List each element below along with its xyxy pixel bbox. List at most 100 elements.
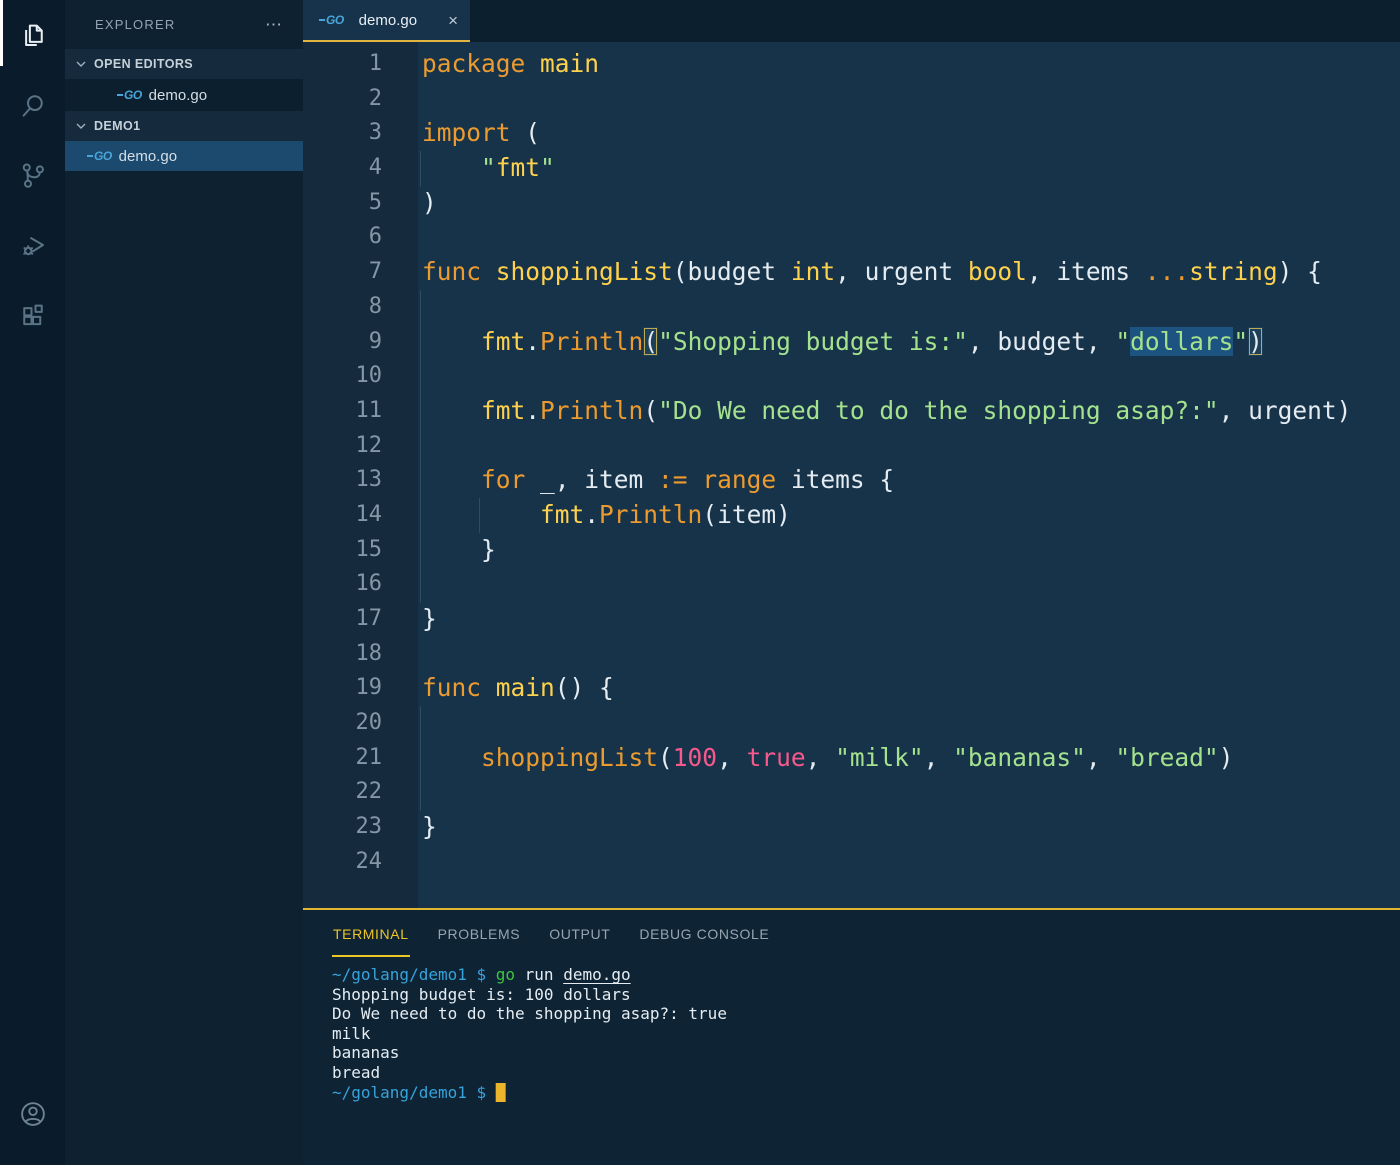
code-line[interactable] <box>418 359 1400 394</box>
line-number[interactable]: 15 <box>303 533 383 568</box>
indent-guide <box>479 497 480 533</box>
open-editor-item-demo-go[interactable]: GO demo.go <box>65 79 303 111</box>
code-line[interactable]: fmt.Println(item) <box>418 497 1400 533</box>
line-number[interactable]: 11 <box>303 394 383 429</box>
line-number[interactable]: 24 <box>303 845 383 880</box>
code-line[interactable]: shoppingList(100, true, "milk", "bananas… <box>418 740 1400 776</box>
code-line[interactable]: "fmt" <box>418 151 1400 186</box>
panel-tab-terminal[interactable]: TERMINAL <box>332 910 410 957</box>
code-token: ( <box>643 326 659 356</box>
indent-guide <box>420 706 421 741</box>
line-number[interactable]: 8 <box>303 290 382 325</box>
bottom-panel: TERMINAL PROBLEMS OUTPUT DEBUG CONSOLE ~… <box>303 908 1400 1165</box>
open-editors-section-header[interactable]: OPEN EDITORS <box>65 49 303 79</box>
code-token: for <box>481 465 526 495</box>
tab-demo-go[interactable]: GO demo.go × <box>303 0 470 42</box>
indent-guide <box>420 775 421 811</box>
folder-section-header-demo1[interactable]: DEMO1 <box>65 111 303 141</box>
line-number[interactable]: 1 <box>303 47 382 82</box>
code-line[interactable] <box>418 637 1400 672</box>
code-token: import <box>422 118 511 148</box>
code-token: "Do We need to do the shopping asap?:" <box>658 395 1219 425</box>
panel-tab-bar: TERMINAL PROBLEMS OUTPUT DEBUG CONSOLE <box>303 910 1400 957</box>
panel-tab-debug-console[interactable]: DEBUG CONSOLE <box>638 910 770 957</box>
code-token: , <box>805 742 836 772</box>
code-token: shoppingList <box>495 257 673 287</box>
code-token: } <box>422 604 437 633</box>
code-line[interactable] <box>418 289 1400 325</box>
line-number[interactable]: 16 <box>303 567 383 602</box>
code-token: . <box>525 326 541 356</box>
code-line[interactable]: func shoppingList(budget int, urgent boo… <box>418 255 1400 290</box>
code-token: int <box>790 257 836 287</box>
code-editor[interactable]: 1 2 3 4 5 6 7 8 9 10 11 12 13 14 15 16 17 18 19 20 21 22 23 24 … <box>303 42 1400 908</box>
line-number[interactable]: 23 <box>303 810 383 845</box>
line-number[interactable]: 22 <box>303 775 383 810</box>
code-line[interactable]: fmt.Println("Do We need to do the shoppi… <box>418 393 1400 429</box>
code-line[interactable] <box>418 82 1400 117</box>
terminal-line: ~/golang/demo1 $ █ <box>332 1083 1400 1103</box>
line-number[interactable]: 6 <box>303 220 382 255</box>
line-number[interactable]: 5 <box>303 186 382 221</box>
file-label: demo.go <box>118 147 178 165</box>
line-number[interactable]: 2 <box>303 82 382 117</box>
indent-guide <box>420 359 421 394</box>
code-line[interactable]: } <box>418 810 1400 845</box>
code-token: ) <box>422 187 437 217</box>
tree-item-demo-go[interactable]: GO demo.go <box>65 141 303 171</box>
line-number[interactable]: 21 <box>303 741 383 776</box>
code-token: shoppingList <box>481 742 659 772</box>
indent-guide <box>420 497 421 533</box>
line-number[interactable]: 18 <box>303 637 383 672</box>
code-line[interactable]: fmt.Println("Shopping budget is:", budge… <box>418 324 1400 360</box>
editor-group: GO demo.go × 1 2 3 4 5 6 7 8 9 10 11 12 13 14 15 16 17 18… <box>303 0 1400 1165</box>
views-and-more-actions-button[interactable]: ⋯ <box>265 15 283 35</box>
code-line[interactable]: func main() { <box>418 671 1400 706</box>
account-button[interactable] <box>0 1079 65 1149</box>
code-line[interactable]: package main <box>418 47 1400 82</box>
line-number[interactable]: 12 <box>303 429 383 464</box>
code-line[interactable]: for _, item := range items { <box>418 463 1400 498</box>
extensions-view-button[interactable] <box>0 280 65 350</box>
editor-code[interactable]: package main import ( "fmt") func shopping… <box>418 42 1400 908</box>
line-number[interactable]: 10 <box>303 359 383 394</box>
line-number[interactable]: 4 <box>303 151 382 186</box>
code-line[interactable]: ) <box>418 186 1400 221</box>
line-number[interactable]: 3 <box>303 116 382 151</box>
line-number[interactable]: 9 <box>303 325 382 360</box>
line-number[interactable]: 13 <box>303 463 383 498</box>
panel-tab-output[interactable]: OUTPUT <box>548 910 611 957</box>
indent-guide <box>420 567 421 602</box>
code-line[interactable] <box>418 706 1400 741</box>
close-icon[interactable]: × <box>448 12 458 29</box>
code-token: _, item <box>525 465 659 495</box>
run-and-debug-view-button[interactable] <box>0 210 65 280</box>
terminal-text: run <box>515 965 564 984</box>
sidebar-title-row: EXPLORER ⋯ <box>65 0 303 49</box>
code-line[interactable] <box>418 220 1400 255</box>
code-line[interactable] <box>418 428 1400 464</box>
line-number[interactable]: 20 <box>303 706 383 741</box>
code-line[interactable] <box>418 775 1400 811</box>
line-number[interactable]: 17 <box>303 602 383 637</box>
code-token: " <box>540 153 555 183</box>
code-line[interactable] <box>418 567 1400 602</box>
line-number[interactable]: 7 <box>303 255 382 290</box>
line-number[interactable]: 19 <box>303 671 383 706</box>
code-token: " <box>1233 326 1249 356</box>
panel-tab-problems[interactable]: PROBLEMS <box>437 910 522 957</box>
line-number[interactable]: 14 <box>303 498 383 533</box>
code-line[interactable]: import ( <box>418 116 1400 151</box>
explorer-view-button[interactable] <box>0 0 65 70</box>
code-line[interactable]: } <box>418 602 1400 637</box>
terminal-line: milk <box>332 1024 1400 1044</box>
active-view-indicator <box>0 0 3 66</box>
indent-guide <box>420 532 421 568</box>
search-view-button[interactable] <box>0 70 65 140</box>
source-control-view-button[interactable] <box>0 140 65 210</box>
terminal-output[interactable]: ~/golang/demo1 $ go run demo.go Shopping … <box>303 957 1400 1165</box>
code-line[interactable] <box>418 845 1400 880</box>
code-line[interactable]: } <box>418 532 1400 568</box>
